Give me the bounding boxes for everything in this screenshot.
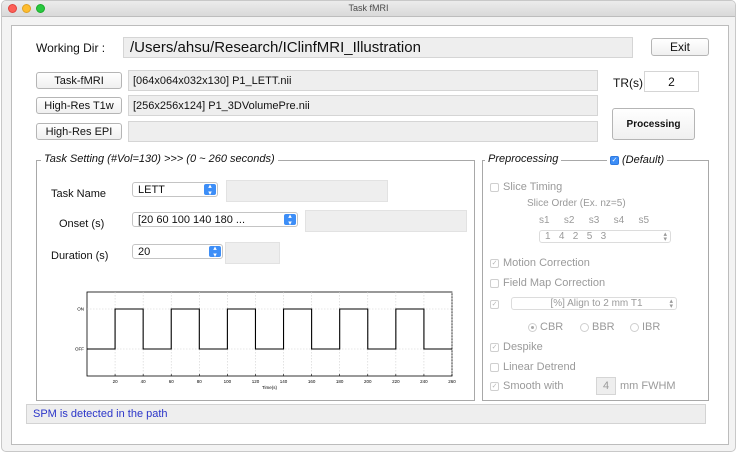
x-tick-label: 40 bbox=[141, 379, 147, 384]
t1w-field: [256x256x124] P1_3DVolumePre.nii bbox=[128, 95, 598, 116]
x-tick-label: 80 bbox=[197, 379, 203, 384]
duration-value: 20 bbox=[138, 245, 151, 258]
align-value: [%] Align to 2 mm T1 bbox=[550, 298, 643, 309]
working-dir-label: Working Dir : bbox=[36, 41, 106, 55]
linear-detrend-label: Linear Detrend bbox=[503, 361, 576, 373]
x-tick-label: 240 bbox=[420, 379, 428, 384]
x-tick-label: 120 bbox=[252, 379, 260, 384]
smooth-input[interactable]: 4 bbox=[596, 377, 616, 395]
task-name-select[interactable]: LETT ▴ ▾ bbox=[132, 182, 218, 197]
x-tick-label: 140 bbox=[280, 379, 288, 384]
slice-header: s5 bbox=[638, 215, 649, 226]
x-tick-label: 200 bbox=[364, 379, 372, 384]
slice-header: s2 bbox=[563, 215, 575, 226]
epi-field bbox=[128, 121, 598, 142]
x-tick-label: 260 bbox=[448, 379, 456, 384]
exit-button[interactable]: Exit bbox=[651, 38, 709, 56]
slice-order-label: Slice Order (Ex. nz=5) bbox=[527, 198, 626, 209]
smooth-checkbox[interactable]: ✓ bbox=[490, 382, 499, 391]
fwhm-label: mm FWHM bbox=[620, 380, 676, 392]
field-map-checkbox[interactable] bbox=[490, 279, 499, 288]
slice-header: s3 bbox=[588, 215, 600, 226]
cbr-label: CBR bbox=[540, 321, 564, 333]
epi-button[interactable]: High-Res EPI bbox=[36, 123, 122, 140]
despike-checkbox[interactable]: ✓ bbox=[490, 343, 499, 352]
onset-value: [20 60 100 140 180 ... bbox=[138, 213, 246, 226]
slice-order-select[interactable]: 1 4 2 5 3 ▴ ▾ bbox=[539, 230, 671, 243]
slice-timing-checkbox[interactable] bbox=[490, 183, 499, 192]
updown-arrow-icon: ▴ ▾ bbox=[669, 298, 673, 310]
preprocessing-panel: Preprocessing ✓ (Default) Slice Timing S… bbox=[482, 153, 709, 401]
duration-label: Duration (s) bbox=[51, 250, 109, 262]
updown-arrow-icon: ▴ ▾ bbox=[663, 231, 667, 243]
t1w-button[interactable]: High-Res T1w bbox=[36, 97, 122, 114]
bbr-radio[interactable] bbox=[580, 323, 589, 332]
task-design-chart: 20 40 60 80 100 120 140 160 180 200 220 240 260 OFF ON… bbox=[75, 291, 456, 390]
x-tick-label: 220 bbox=[392, 379, 400, 384]
ibr-radio[interactable] bbox=[630, 323, 639, 332]
updown-arrow-icon: ▴ ▾ bbox=[204, 183, 216, 196]
bbr-label: BBR bbox=[592, 321, 615, 333]
default-label: (Default) bbox=[622, 154, 665, 166]
status-bar: SPM is detected in the path bbox=[26, 404, 706, 424]
y-tick-label: ON bbox=[77, 307, 84, 312]
updown-arrow-icon: ▴ ▾ bbox=[284, 213, 296, 226]
task-setting-panel: Task Setting (#Vol=130) >>> (0 ~ 260 sec… bbox=[36, 153, 475, 401]
x-tick-label: 100 bbox=[224, 379, 232, 384]
slice-timing-label: Slice Timing bbox=[503, 181, 563, 193]
align-select[interactable]: [%] Align to 2 mm T1 ▴ ▾ bbox=[511, 297, 677, 310]
main-panel: Working Dir : /Users/ahsu/Research/IClin… bbox=[11, 25, 729, 445]
ibr-label: IBR bbox=[642, 321, 661, 333]
app-window: Task fMRI Working Dir : /Users/ahsu/Rese… bbox=[1, 0, 736, 452]
x-tick-label: 160 bbox=[308, 379, 316, 384]
despike-label: Despike bbox=[503, 341, 543, 353]
tr-label: TR(s) bbox=[613, 76, 643, 90]
align-checkbox[interactable]: ✓ bbox=[490, 300, 499, 309]
x-axis-label: Time(s) bbox=[262, 385, 278, 390]
check-icon: ✓ bbox=[610, 155, 619, 165]
task-fmri-button[interactable]: Task-fMRI bbox=[36, 72, 122, 89]
updown-arrow-icon: ▴ ▾ bbox=[209, 245, 221, 258]
duration-select[interactable]: 20 ▴ ▾ bbox=[132, 244, 223, 259]
slice-order-value: 1 4 2 5 3 bbox=[545, 231, 607, 242]
plot-frame bbox=[86, 291, 453, 377]
linear-detrend-checkbox[interactable] bbox=[490, 363, 499, 372]
field-map-label: Field Map Correction bbox=[503, 277, 606, 289]
task-setting-legend: Task Setting (#Vol=130) >>> (0 ~ 260 sec… bbox=[41, 153, 278, 165]
slice-headers: s1 s2 s3 s4 s5 bbox=[539, 215, 649, 226]
onset-extra bbox=[305, 210, 467, 232]
duration-extra bbox=[225, 242, 280, 264]
slice-header: s1 bbox=[539, 215, 550, 226]
y-tick-label: OFF bbox=[75, 347, 84, 352]
task-fmri-field: [064x064x032x130] P1_LETT.nii bbox=[128, 70, 598, 91]
smooth-label: Smooth with bbox=[503, 380, 564, 392]
preprocessing-legend: Preprocessing bbox=[485, 153, 562, 165]
tr-input[interactable]: 2 bbox=[644, 71, 699, 92]
processing-button[interactable]: Processing bbox=[612, 108, 695, 140]
task-name-extra bbox=[226, 180, 388, 202]
task-name-label: Task Name bbox=[51, 188, 107, 200]
cbr-radio[interactable] bbox=[528, 323, 537, 332]
window-title: Task fMRI bbox=[348, 3, 389, 13]
onset-label: Onset (s) bbox=[59, 218, 105, 230]
working-dir-field[interactable]: /Users/ahsu/Research/IClinfMRI_Illustrat… bbox=[123, 37, 633, 58]
x-tick-label: 180 bbox=[336, 379, 344, 384]
onset-select[interactable]: [20 60 100 140 180 ... ▴ ▾ bbox=[132, 212, 298, 227]
slice-header: s4 bbox=[613, 215, 625, 226]
x-tick-label: 60 bbox=[169, 379, 175, 384]
motion-correction-label: Motion Correction bbox=[503, 257, 590, 269]
default-toggle[interactable]: ✓ (Default) bbox=[607, 153, 668, 167]
task-name-value: LETT bbox=[138, 183, 165, 196]
motion-correction-checkbox[interactable]: ✓ bbox=[490, 259, 499, 268]
x-tick-label: 20 bbox=[113, 379, 119, 384]
title-bar: Task fMRI bbox=[2, 1, 735, 17]
